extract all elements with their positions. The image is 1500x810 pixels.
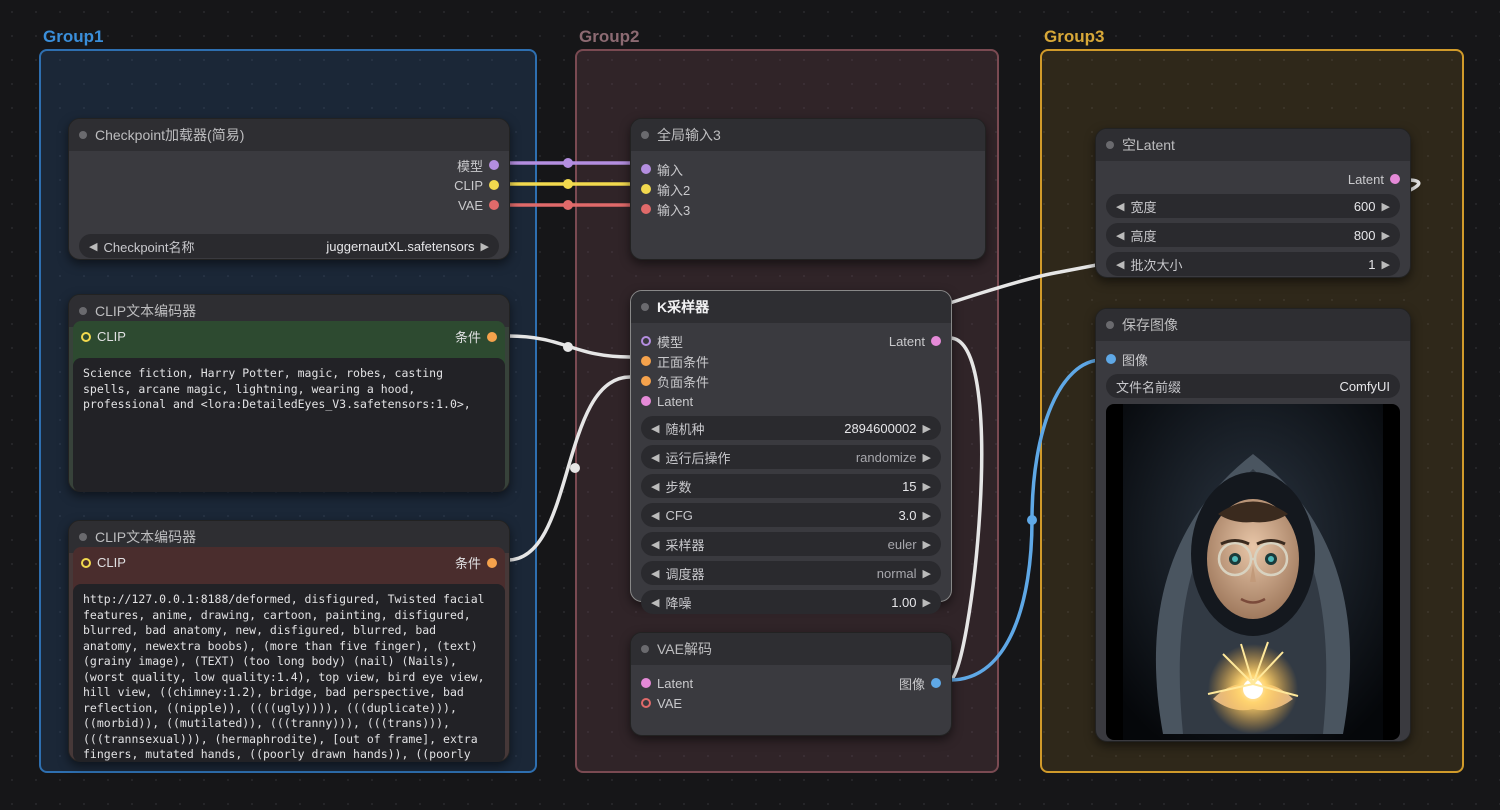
input-neg[interactable]: 负面条件	[641, 371, 709, 391]
prompt-text-negative[interactable]: http://127.0.0.1:8188/deformed, disfigur…	[73, 584, 505, 762]
output-latent[interactable]: Latent	[1106, 169, 1400, 189]
filename-prefix-widget[interactable]: 文件名前缀ComfyUI	[1106, 374, 1400, 398]
denoise-widget[interactable]: ◀降噪1.00▶	[641, 590, 941, 614]
input-3[interactable]: 输入3	[641, 199, 975, 219]
node-title-label: 全局输入3	[657, 125, 721, 145]
node-vae-decode[interactable]: VAE解码 Latent VAE 图像	[630, 632, 952, 736]
input-2[interactable]: 输入2	[641, 179, 975, 199]
input-clip[interactable]: CLIP	[81, 555, 126, 570]
output-clip[interactable]: CLIP	[429, 175, 499, 195]
node-clip-encode-negative[interactable]: CLIP文本编码器 CLIP 条件 http://127.0.0.1:8188/…	[68, 520, 510, 762]
output-conditioning[interactable]: 条件	[455, 553, 497, 572]
output-model[interactable]: 模型	[429, 155, 499, 175]
group-3-title: Group3	[1044, 27, 1104, 47]
node-title-label: CLIP文本编码器	[95, 301, 196, 321]
batch-widget[interactable]: ◀批次大小1▶	[1106, 252, 1400, 276]
seed-widget[interactable]: ◀随机种2894600002▶	[641, 416, 941, 440]
width-widget[interactable]: ◀宽度600▶	[1106, 194, 1400, 218]
after-generate-widget[interactable]: ◀运行后操作randomize▶	[641, 445, 941, 469]
generated-image-preview[interactable]	[1106, 404, 1400, 740]
output-image[interactable]: 图像	[899, 673, 941, 693]
node-title-label: CLIP文本编码器	[95, 527, 196, 547]
node-title-label: 保存图像	[1122, 315, 1178, 335]
output-conditioning[interactable]: 条件	[455, 327, 497, 346]
node-ksampler[interactable]: K采样器 模型 正面条件 负面条件 Latent Latent ◀随机种2894…	[630, 290, 952, 602]
checkpoint-select[interactable]: ◀Checkpoint名称 juggernautXL.safetensors▶	[79, 234, 499, 258]
node-global-input[interactable]: 全局输入3 输入 输入2 输入3	[630, 118, 986, 260]
input-vae[interactable]: VAE	[641, 693, 693, 713]
output-vae[interactable]: VAE	[429, 195, 499, 215]
node-title-label: K采样器	[657, 297, 709, 317]
cfg-widget[interactable]: ◀CFG3.0▶	[641, 503, 941, 527]
scheduler-widget[interactable]: ◀调度器normal▶	[641, 561, 941, 585]
input-clip[interactable]: CLIP	[81, 329, 126, 344]
input-1[interactable]: 输入	[641, 159, 975, 179]
input-latent[interactable]: Latent	[641, 673, 693, 693]
height-widget[interactable]: ◀高度800▶	[1106, 223, 1400, 247]
node-title-label: Checkpoint加载器(简易)	[95, 125, 244, 145]
output-latent[interactable]: Latent	[889, 331, 941, 351]
node-checkpoint-loader[interactable]: Checkpoint加载器(简易) 模型 CLIP VAE ◀Checkpoin…	[68, 118, 510, 260]
group-2-title: Group2	[579, 27, 639, 47]
node-title-label: VAE解码	[657, 639, 712, 659]
input-model[interactable]: 模型	[641, 331, 709, 351]
sampler-widget[interactable]: ◀采样器euler▶	[641, 532, 941, 556]
node-clip-encode-positive[interactable]: CLIP文本编码器 CLIP 条件 Science fiction, Harry…	[68, 294, 510, 492]
node-title-label: 空Latent	[1122, 135, 1175, 155]
input-pos[interactable]: 正面条件	[641, 351, 709, 371]
input-latent[interactable]: Latent	[641, 391, 709, 411]
group-1-title: Group1	[43, 27, 103, 47]
node-graph-canvas[interactable]: Group1 Group2 Group3 Checkpoint加载器(简易) 模…	[0, 0, 1500, 810]
prompt-text-positive[interactable]: Science fiction, Harry Potter, magic, ro…	[73, 358, 505, 492]
steps-widget[interactable]: ◀步数15▶	[641, 474, 941, 498]
node-save-image[interactable]: 保存图像 图像 文件名前缀ComfyUI	[1095, 308, 1411, 742]
input-image[interactable]: 图像	[1106, 349, 1400, 369]
hooded-wizard-illustration	[1106, 404, 1400, 740]
node-empty-latent[interactable]: 空Latent Latent ◀宽度600▶ ◀高度800▶ ◀批次大小1▶	[1095, 128, 1411, 278]
